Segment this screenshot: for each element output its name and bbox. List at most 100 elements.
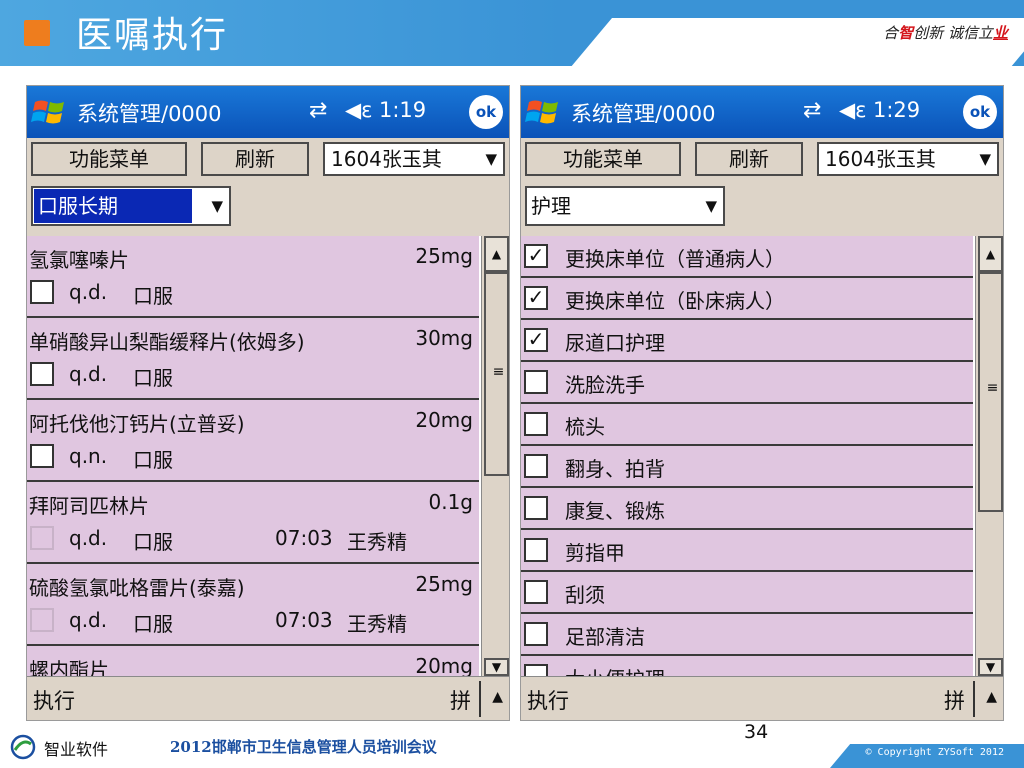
care-label: 足部清洁: [565, 625, 645, 649]
refresh-button[interactable]: 刷新: [201, 142, 309, 176]
left-device-screen: 系统管理/0000 ⇄ ◀ε 1:19 ok 功能菜单 刷新 1604张玉其 ▼…: [26, 85, 510, 721]
care-item[interactable]: 翻身、拍背: [521, 446, 973, 488]
divider: [479, 681, 481, 717]
care-label: 尿道口护理: [565, 331, 665, 355]
order-dose: 25mg: [415, 572, 473, 596]
volume-icon[interactable]: ◀ε: [839, 98, 867, 122]
scroll-down-icon[interactable]: ▼: [978, 658, 1003, 676]
care-checkbox-checked[interactable]: ✓: [524, 244, 548, 268]
order-category-select[interactable]: 口服长期 ▼: [31, 186, 231, 226]
connectivity-icon[interactable]: ⇄: [803, 98, 821, 123]
scroll-down-icon[interactable]: ▼: [484, 658, 509, 676]
order-dose: 20mg: [415, 654, 473, 676]
scroll-up-icon[interactable]: ▲: [978, 236, 1003, 272]
care-list[interactable]: ✓ 更换床单位（普通病人） ✓ 更换床单位（卧床病人） ✓ 尿道口护理 洗脸洗手 梳头…: [521, 236, 973, 676]
windows-start-icon[interactable]: [31, 94, 67, 130]
scrollbar[interactable]: ▲ ≡ ▼: [481, 236, 509, 676]
order-exec-nurse: 王秀精: [347, 612, 407, 636]
page-number: 34: [744, 721, 769, 743]
care-checkbox-checked[interactable]: ✓: [524, 328, 548, 352]
order-item[interactable]: 单硝酸异山梨酯缓释片(依姆多) 30mg q.d. 口服: [27, 318, 479, 400]
scrollbar[interactable]: ▲ ≡ ▼: [975, 236, 1003, 676]
execute-softkey[interactable]: 执行: [33, 685, 75, 715]
chevron-down-icon: ▼: [485, 150, 497, 168]
filter-bar: 护理 ▼: [521, 180, 1003, 236]
care-item[interactable]: ✓ 尿道口护理: [521, 320, 973, 362]
care-item[interactable]: 梳头: [521, 404, 973, 446]
care-item[interactable]: 足部清洁: [521, 614, 973, 656]
care-checkbox[interactable]: [524, 370, 548, 394]
order-checkbox-executed: [30, 526, 54, 550]
order-exec-time: 07:03: [275, 608, 333, 632]
order-item[interactable]: 螺内酯片 20mg: [27, 646, 479, 676]
grip-icon: ≡: [986, 380, 999, 396]
scroll-thumb[interactable]: ≡: [978, 272, 1003, 512]
order-frequency: q.d.: [69, 608, 108, 632]
order-checkbox[interactable]: [30, 362, 54, 386]
ok-button[interactable]: ok: [963, 95, 997, 129]
clock[interactable]: 1:19: [379, 98, 426, 122]
order-exec-time: 07:03: [275, 526, 333, 550]
order-dose: 25mg: [415, 244, 473, 268]
meeting-name: 2012邯郸市卫生信息管理人员培训会议: [170, 738, 437, 756]
execute-softkey[interactable]: 执行: [527, 685, 569, 715]
care-label: 更换床单位（卧床病人）: [565, 289, 785, 313]
input-method-indicator[interactable]: 拼: [450, 685, 471, 715]
care-checkbox[interactable]: [524, 538, 548, 562]
order-checkbox[interactable]: [30, 444, 54, 468]
care-item[interactable]: 洗脸洗手: [521, 362, 973, 404]
care-item[interactable]: 剪指甲: [521, 530, 973, 572]
order-name: 单硝酸异山梨酯缓释片(依姆多): [29, 330, 305, 354]
toolbar: 功能菜单 刷新 1604张玉其 ▼: [521, 138, 1003, 180]
scroll-up-icon[interactable]: ▲: [484, 236, 509, 272]
care-checkbox[interactable]: [524, 664, 548, 676]
order-category-select[interactable]: 护理 ▼: [525, 186, 725, 226]
refresh-button[interactable]: 刷新: [695, 142, 803, 176]
order-item[interactable]: 氢氯噻嗪片 25mg q.d. 口服: [27, 236, 479, 318]
volume-icon[interactable]: ◀ε: [345, 98, 373, 122]
care-item[interactable]: 康复、锻炼: [521, 488, 973, 530]
care-label: 梳头: [565, 415, 605, 439]
menu-button[interactable]: 功能菜单: [31, 142, 187, 176]
connectivity-icon[interactable]: ⇄: [309, 98, 327, 123]
patient-select[interactable]: 1604张玉其 ▼: [323, 142, 505, 176]
order-item[interactable]: 拜阿司匹林片 0.1g q.d. 口服 07:03 王秀精: [27, 482, 479, 564]
patient-select[interactable]: 1604张玉其 ▼: [817, 142, 999, 176]
care-item[interactable]: 刮须: [521, 572, 973, 614]
care-checkbox[interactable]: [524, 622, 548, 646]
order-item[interactable]: 阿托伐他汀钙片(立普妥) 20mg q.n. 口服: [27, 400, 479, 482]
care-item[interactable]: 大小便护理: [521, 656, 973, 676]
care-item[interactable]: ✓ 更换床单位（普通病人）: [521, 236, 973, 278]
care-item[interactable]: ✓ 更换床单位（卧床病人）: [521, 278, 973, 320]
clock[interactable]: 1:29: [873, 98, 920, 122]
order-dose: 30mg: [415, 326, 473, 350]
order-list[interactable]: 氢氯噻嗪片 25mg q.d. 口服 单硝酸异山梨酯缓释片(依姆多) 30mg …: [27, 236, 479, 676]
care-checkbox-checked[interactable]: ✓: [524, 286, 548, 310]
windows-start-icon[interactable]: [525, 94, 561, 130]
care-label: 康复、锻炼: [565, 499, 665, 523]
ok-button[interactable]: ok: [469, 95, 503, 129]
input-panel-up-icon[interactable]: ▲: [986, 689, 997, 705]
slogan: 合智创新 诚信立业: [883, 22, 1008, 43]
slogan-part-1: 合: [883, 24, 899, 42]
bottom-bar: 执行 拼 ▲: [521, 676, 1003, 720]
menu-button[interactable]: 功能菜单: [525, 142, 681, 176]
care-label: 剪指甲: [565, 541, 625, 565]
input-panel-up-icon[interactable]: ▲: [492, 689, 503, 705]
order-route: 口服: [133, 530, 173, 554]
right-device-screen: 系统管理/0000 ⇄ ◀ε 1:29 ok 功能菜单 刷新 1604张玉其 ▼…: [520, 85, 1004, 721]
order-dose: 20mg: [415, 408, 473, 432]
chevron-down-icon: ▼: [979, 150, 991, 168]
care-label: 刮须: [565, 583, 605, 607]
order-checkbox[interactable]: [30, 280, 54, 304]
care-checkbox[interactable]: [524, 454, 548, 478]
order-checkbox-executed: [30, 608, 54, 632]
order-item[interactable]: 硫酸氢氯吡格雷片(泰嘉) 25mg q.d. 口服 07:03 王秀精: [27, 564, 479, 646]
care-checkbox[interactable]: [524, 580, 548, 604]
title-bar: 系统管理/0000 ⇄ ◀ε 1:29 ok: [521, 86, 1003, 138]
input-method-indicator[interactable]: 拼: [944, 685, 965, 715]
care-checkbox[interactable]: [524, 412, 548, 436]
order-exec-nurse: 王秀精: [347, 530, 407, 554]
scroll-thumb[interactable]: ≡: [484, 272, 509, 476]
care-checkbox[interactable]: [524, 496, 548, 520]
